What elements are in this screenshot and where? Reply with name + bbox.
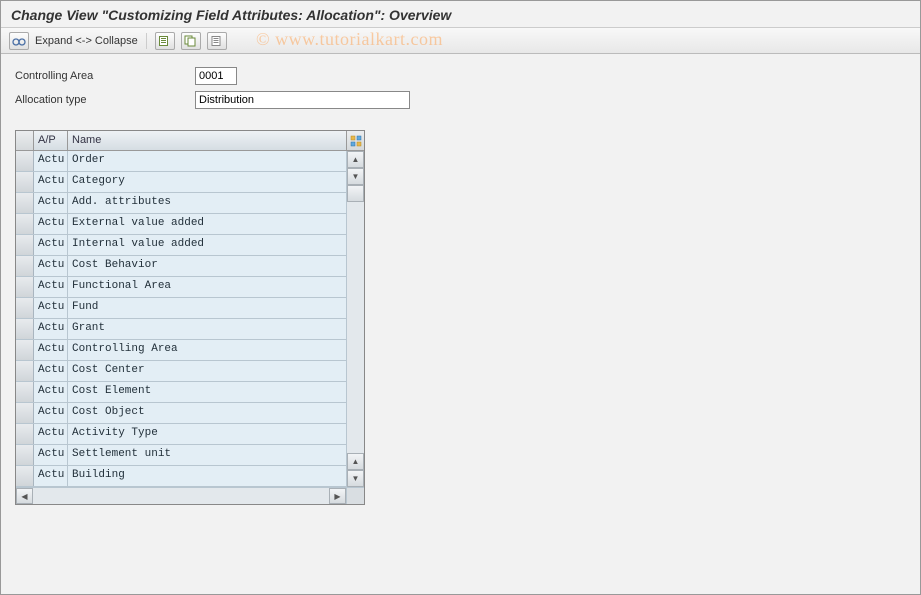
table-row[interactable]: ActuAdd. attributes: [16, 193, 346, 214]
cell-name: Cost Element: [68, 382, 346, 402]
row-selector[interactable]: [16, 424, 34, 444]
cell-name: Category: [68, 172, 346, 192]
form-row-allocation-type: Allocation type: [15, 90, 906, 110]
table: A/P Name ActuOrderActuCategoryActuAdd. a…: [15, 130, 365, 505]
hscroll-track[interactable]: [33, 488, 329, 504]
scroll-thumb[interactable]: [347, 185, 364, 202]
table-header: A/P Name: [16, 131, 364, 151]
table-row[interactable]: ActuCost Element: [16, 382, 346, 403]
scroll-up-step-icon[interactable]: ▲: [347, 453, 364, 470]
select-all-header[interactable]: [16, 131, 34, 150]
table-row[interactable]: ActuCost Object: [16, 403, 346, 424]
scroll-down-icon[interactable]: ▼: [347, 470, 364, 487]
table-row[interactable]: ActuCost Center: [16, 361, 346, 382]
scroll-right-icon[interactable]: ▶: [329, 488, 346, 504]
cell-ap: Actu: [34, 151, 68, 171]
cell-ap: Actu: [34, 445, 68, 465]
row-selector[interactable]: [16, 361, 34, 381]
cell-name: Settlement unit: [68, 445, 346, 465]
cell-name: Order: [68, 151, 346, 171]
row-selector[interactable]: [16, 151, 34, 171]
controlling-area-input[interactable]: [195, 67, 237, 85]
column-header-ap[interactable]: A/P: [34, 131, 68, 150]
cell-name: Cost Object: [68, 403, 346, 423]
column-header-name[interactable]: Name: [68, 131, 346, 150]
cell-ap: Actu: [34, 466, 68, 486]
table-row[interactable]: ActuGrant: [16, 319, 346, 340]
expand-collapse-button[interactable]: Expand <-> Collapse: [35, 35, 138, 47]
cell-ap: Actu: [34, 361, 68, 381]
row-selector[interactable]: [16, 235, 34, 255]
cell-ap: Actu: [34, 235, 68, 255]
cell-ap: Actu: [34, 172, 68, 192]
table-row[interactable]: ActuBuilding: [16, 466, 346, 487]
scroll-corner: [346, 488, 364, 504]
row-selector[interactable]: [16, 382, 34, 402]
title-bar: Change View "Customizing Field Attribute…: [1, 1, 920, 28]
horizontal-scrollbar: ◀ ▶: [16, 487, 364, 504]
table-row[interactable]: ActuCategory: [16, 172, 346, 193]
cell-name: External value added: [68, 214, 346, 234]
cell-name: Fund: [68, 298, 346, 318]
table-row[interactable]: ActuActivity Type: [16, 424, 346, 445]
cell-ap: Actu: [34, 256, 68, 276]
cell-ap: Actu: [34, 382, 68, 402]
table-row[interactable]: ActuControlling Area: [16, 340, 346, 361]
cell-ap: Actu: [34, 214, 68, 234]
row-selector[interactable]: [16, 277, 34, 297]
cell-name: Cost Center: [68, 361, 346, 381]
scroll-up-icon[interactable]: ▲: [347, 151, 364, 168]
table-row[interactable]: ActuFund: [16, 298, 346, 319]
table-row[interactable]: ActuSettlement unit: [16, 445, 346, 466]
scroll-down-step-icon[interactable]: ▼: [347, 168, 364, 185]
row-selector[interactable]: [16, 445, 34, 465]
cell-ap: Actu: [34, 298, 68, 318]
cell-ap: Actu: [34, 193, 68, 213]
table-row[interactable]: ActuInternal value added: [16, 235, 346, 256]
table-configure-icon[interactable]: [346, 131, 364, 150]
cell-ap: Actu: [34, 403, 68, 423]
row-selector[interactable]: [16, 319, 34, 339]
cell-name: Grant: [68, 319, 346, 339]
content-area: Controlling Area Allocation type A/P Nam…: [1, 54, 920, 517]
copy-as-icon[interactable]: [181, 32, 201, 50]
scroll-track[interactable]: [347, 202, 364, 453]
page-title: Change View "Customizing Field Attribute…: [11, 7, 910, 23]
scroll-left-icon[interactable]: ◀: [16, 488, 33, 504]
delimit-icon[interactable]: [207, 32, 227, 50]
row-selector[interactable]: [16, 193, 34, 213]
row-selector[interactable]: [16, 214, 34, 234]
cell-name: Cost Behavior: [68, 256, 346, 276]
glasses-icon[interactable]: [9, 32, 29, 50]
row-selector[interactable]: [16, 256, 34, 276]
new-entries-icon[interactable]: [155, 32, 175, 50]
allocation-type-input[interactable]: [195, 91, 410, 109]
table-row[interactable]: ActuFunctional Area: [16, 277, 346, 298]
vertical-scrollbar: ▲ ▼ ▲ ▼: [346, 151, 364, 487]
table-row[interactable]: ActuCost Behavior: [16, 256, 346, 277]
toolbar-separator: [146, 33, 147, 49]
row-selector[interactable]: [16, 403, 34, 423]
table-body: ActuOrderActuCategoryActuAdd. attributes…: [16, 151, 364, 487]
cell-name: Internal value added: [68, 235, 346, 255]
form-row-controlling-area: Controlling Area: [15, 66, 906, 86]
cell-ap: Actu: [34, 319, 68, 339]
cell-name: Controlling Area: [68, 340, 346, 360]
table-row[interactable]: ActuOrder: [16, 151, 346, 172]
row-selector[interactable]: [16, 340, 34, 360]
controlling-area-label: Controlling Area: [15, 70, 195, 82]
cell-name: Building: [68, 466, 346, 486]
toolbar: Expand <-> Collapse: [1, 28, 920, 54]
cell-name: Add. attributes: [68, 193, 346, 213]
row-selector[interactable]: [16, 466, 34, 486]
cell-name: Activity Type: [68, 424, 346, 444]
cell-ap: Actu: [34, 424, 68, 444]
row-selector[interactable]: [16, 298, 34, 318]
allocation-type-label: Allocation type: [15, 94, 195, 106]
cell-ap: Actu: [34, 340, 68, 360]
cell-name: Functional Area: [68, 277, 346, 297]
row-selector[interactable]: [16, 172, 34, 192]
table-row[interactable]: ActuExternal value added: [16, 214, 346, 235]
cell-ap: Actu: [34, 277, 68, 297]
